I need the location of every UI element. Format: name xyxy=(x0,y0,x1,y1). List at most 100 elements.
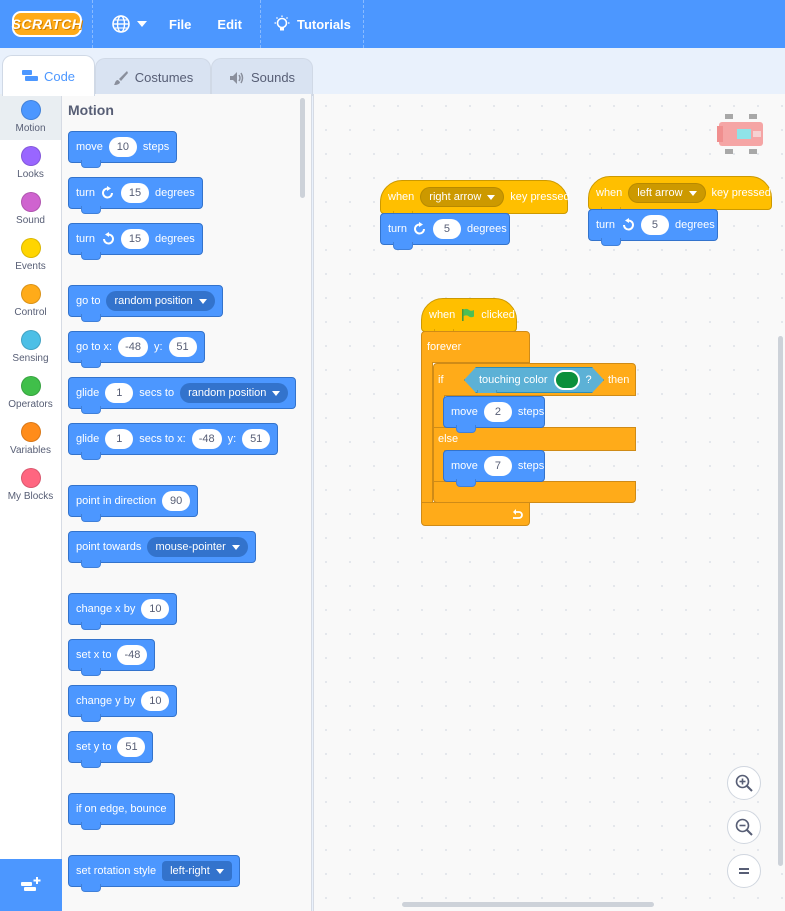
block-turn-right[interactable]: turn 15 degrees xyxy=(68,177,203,214)
block-text: change x by xyxy=(76,603,136,615)
degrees-input[interactable]: 15 xyxy=(120,229,149,249)
script-horizontal-scrollbar[interactable] xyxy=(402,902,654,907)
block-go-to-xy[interactable]: go to x: -48 y: 51 xyxy=(68,331,205,368)
tab-code[interactable]: Code xyxy=(2,55,95,96)
block-go-to[interactable]: go to random position xyxy=(68,285,223,322)
block-bounce[interactable]: if on edge, bounce xyxy=(68,793,175,830)
block-text: turn xyxy=(76,233,95,245)
rotation-style-dropdown[interactable]: left-right xyxy=(162,861,232,881)
set-x-input[interactable]: -48 xyxy=(117,645,148,665)
script-area[interactable]: when right arrow key pressed turn 5 degr… xyxy=(313,94,785,911)
block-change-y[interactable]: change y by 10 xyxy=(68,685,178,722)
steps-input[interactable]: 2 xyxy=(483,402,512,422)
file-menu[interactable]: File xyxy=(169,0,191,48)
language-menu[interactable] xyxy=(111,0,147,48)
category-control[interactable]: Control xyxy=(0,278,61,324)
tab-costumes[interactable]: Costumes xyxy=(95,58,211,96)
key-dropdown[interactable]: left arrow xyxy=(628,183,706,203)
menu-bar: SCRATCH File Edit Tutorials xyxy=(0,0,785,48)
chevron-down-icon xyxy=(137,21,147,27)
block-move-7-steps[interactable]: move 7 steps xyxy=(443,450,545,487)
scratch-logo[interactable]: SCRATCH xyxy=(12,11,82,37)
glide-target-dropdown[interactable]: random position xyxy=(180,383,289,403)
steps-input[interactable]: 7 xyxy=(483,456,512,476)
block-text: turn xyxy=(596,219,615,231)
goto-target-dropdown[interactable]: random position xyxy=(106,291,215,311)
script-vertical-scrollbar[interactable] xyxy=(778,336,783,866)
zoom-in-button[interactable] xyxy=(727,766,761,800)
tutorials-button[interactable]: Tutorials xyxy=(273,0,351,48)
block-text: set x to xyxy=(76,649,112,661)
hat-when-right-arrow[interactable]: when right arrow key pressed xyxy=(380,180,570,219)
category-my-blocks[interactable]: My Blocks xyxy=(0,462,61,508)
block-text: when xyxy=(429,309,456,321)
change-x-input[interactable]: 10 xyxy=(141,599,170,619)
category-label: Sound xyxy=(16,215,45,226)
tab-code-label: Code xyxy=(43,68,76,84)
category-variables[interactable]: Variables xyxy=(0,416,61,462)
direction-input[interactable]: 90 xyxy=(162,491,191,511)
block-turn-right-script[interactable]: turn 5 degrees xyxy=(380,213,510,250)
key-dropdown[interactable]: right arrow xyxy=(420,187,505,207)
block-move-steps[interactable]: move 10 steps xyxy=(68,131,178,168)
dropdown-value: left arrow xyxy=(637,187,683,199)
change-y-input[interactable]: 10 xyxy=(141,691,170,711)
block-text: steps xyxy=(517,460,545,472)
degrees-input[interactable]: 5 xyxy=(432,219,461,239)
category-sound[interactable]: Sound xyxy=(0,186,61,232)
add-extension-button[interactable] xyxy=(0,859,62,911)
category-events[interactable]: Events xyxy=(0,232,61,278)
block-set-y[interactable]: set y to 51 xyxy=(68,731,154,768)
block-point-towards[interactable]: point towards mouse-pointer xyxy=(68,531,256,568)
editor-tabs: Code Costumes Sounds xyxy=(0,48,785,96)
set-y-input[interactable]: 51 xyxy=(117,737,146,757)
edit-menu[interactable]: Edit xyxy=(217,0,242,48)
towards-target-dropdown[interactable]: mouse-pointer xyxy=(147,537,248,557)
category-looks[interactable]: Looks xyxy=(0,140,61,186)
touching-color-condition[interactable]: touching color ? xyxy=(464,367,604,393)
block-change-x[interactable]: change x by 10 xyxy=(68,593,178,630)
block-move-2-steps[interactable]: move 2 steps xyxy=(443,396,545,433)
category-menu: Motion Looks Sound Events Control Sensin… xyxy=(0,94,62,911)
secs-input[interactable]: 1 xyxy=(105,429,134,449)
block-turn-left[interactable]: turn 15 degrees xyxy=(68,223,203,260)
y-input[interactable]: 51 xyxy=(168,337,197,357)
my-blocks-color-dot xyxy=(20,468,41,488)
degrees-input[interactable]: 15 xyxy=(120,183,149,203)
tab-sounds[interactable]: Sounds xyxy=(211,58,313,96)
x-input[interactable]: -48 xyxy=(118,337,148,357)
category-sensing[interactable]: Sensing xyxy=(0,324,61,370)
zoom-out-button[interactable] xyxy=(727,810,761,844)
block-text: point towards xyxy=(76,541,142,553)
y-input[interactable]: 51 xyxy=(242,429,271,449)
category-label: Motion xyxy=(15,123,46,134)
block-turn-left-script[interactable]: turn 5 degrees xyxy=(588,209,718,246)
block-text: if xyxy=(438,374,444,386)
zoom-reset-button[interactable] xyxy=(727,854,761,888)
category-label: Variables xyxy=(10,445,51,456)
steps-input[interactable]: 10 xyxy=(108,137,137,157)
block-text: turn xyxy=(76,187,95,199)
block-palette: Motion move 10 steps turn 15 degrees tur… xyxy=(62,94,312,911)
category-motion[interactable]: Motion xyxy=(0,94,61,140)
block-text: set y to xyxy=(76,741,112,753)
block-glide-to[interactable]: glide 1 secs to random position xyxy=(68,377,297,414)
degrees-input[interactable]: 5 xyxy=(640,215,669,235)
rotate-left-icon xyxy=(621,218,635,232)
hat-when-left-arrow[interactable]: when left arrow key pressed xyxy=(588,176,772,215)
palette-scrollbar[interactable] xyxy=(300,98,305,198)
block-text: set rotation style xyxy=(76,865,157,877)
looks-color-dot xyxy=(20,146,41,166)
hat-when-flag-clicked[interactable]: when clicked xyxy=(421,298,517,337)
block-glide-xy[interactable]: glide 1 secs to x: -48 y: 51 xyxy=(68,423,279,460)
category-operators[interactable]: Operators xyxy=(0,370,61,416)
secs-input[interactable]: 1 xyxy=(105,383,134,403)
block-rotation-style[interactable]: set rotation style left-right xyxy=(68,855,240,892)
block-text: y: xyxy=(153,341,163,353)
block-set-x[interactable]: set x to -48 xyxy=(68,639,156,676)
x-input[interactable]: -48 xyxy=(191,429,222,449)
block-text: y: xyxy=(227,433,237,445)
color-swatch[interactable] xyxy=(554,370,580,390)
chevron-down-icon xyxy=(215,868,224,874)
block-point-direction[interactable]: point in direction 90 xyxy=(68,485,199,522)
